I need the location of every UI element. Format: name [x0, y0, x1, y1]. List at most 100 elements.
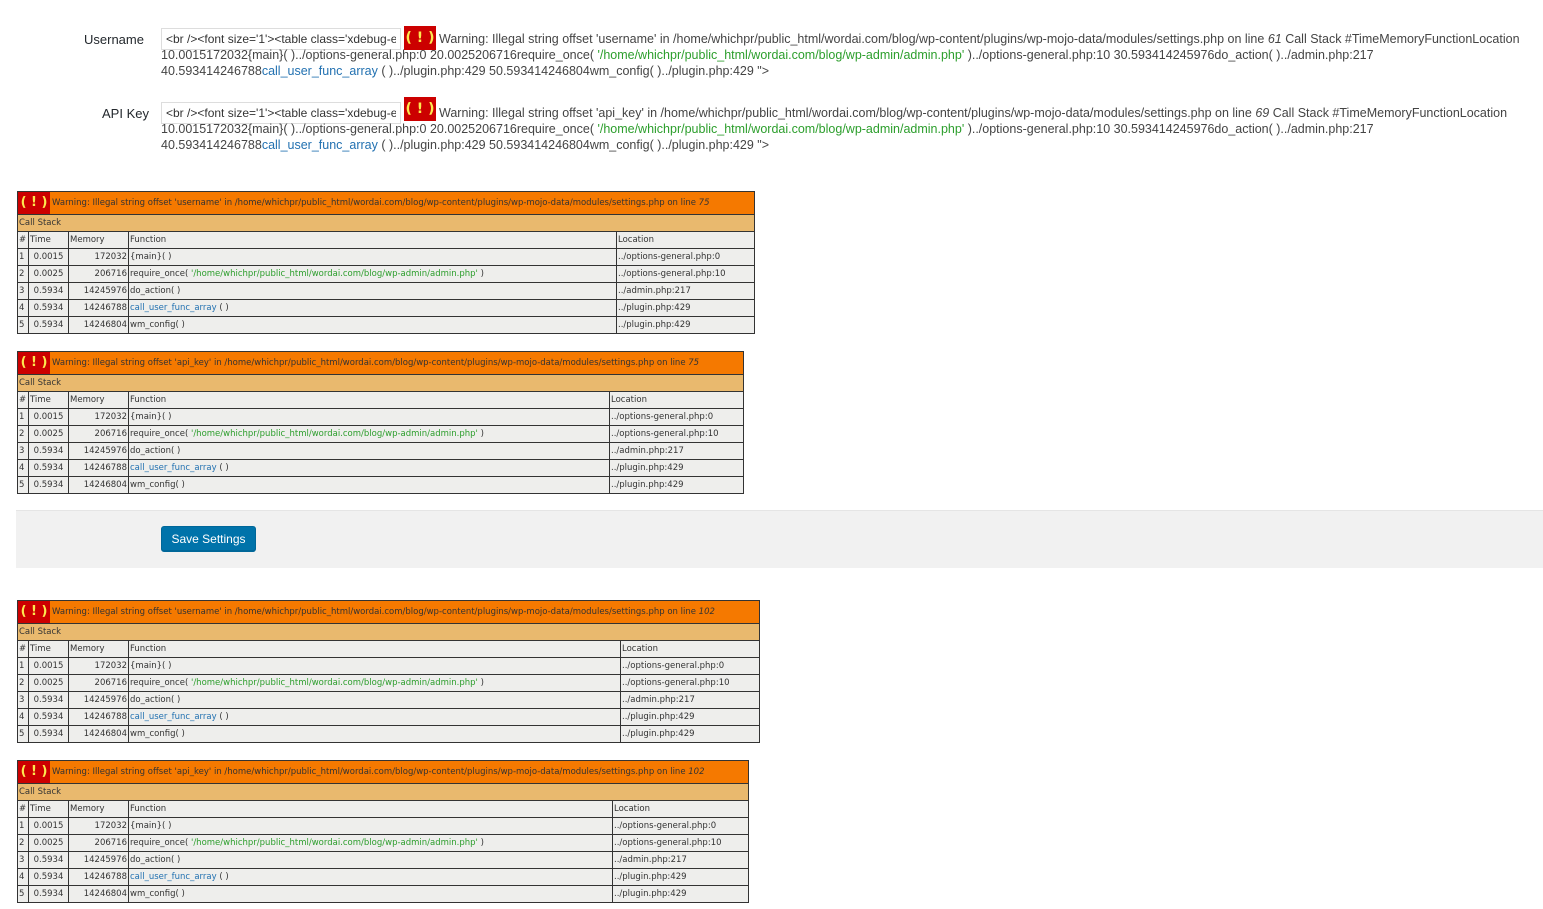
- frame-time: 0.5934: [28, 282, 69, 300]
- frame-number: 4: [17, 868, 29, 886]
- frame-location: ../admin.php:217: [620, 691, 760, 709]
- frame-location: ../options-general.php:10: [609, 425, 744, 443]
- xdebug-warning-message: Warning: Illegal string offset 'api_key'…: [52, 767, 705, 777]
- api-key-label: API Key: [102, 106, 149, 121]
- frame-number: 1: [17, 248, 29, 266]
- frame-memory: 14246804: [68, 885, 129, 903]
- frame-memory: 14246804: [68, 316, 129, 334]
- save-settings-button[interactable]: Save Settings: [161, 526, 256, 551]
- frame-memory: 14246788: [68, 868, 129, 886]
- table-row: 5 0.5934 14246804 wm_config( ) ../plugin.php…: [17, 885, 749, 903]
- xdebug-warning-message: Warning: Illegal string offset 'username…: [52, 198, 710, 208]
- column-header: Function: [128, 231, 617, 249]
- frame-number: 1: [17, 408, 29, 426]
- frame-time: 0.0015: [28, 817, 69, 835]
- frame-location: ../plugin.php:429: [612, 885, 749, 903]
- frame-function: {main}( ): [128, 408, 610, 426]
- frame-function: {main}( ): [128, 248, 617, 266]
- column-header: Time: [28, 800, 69, 818]
- warning-icon: ( ! ): [18, 761, 50, 783]
- column-header: Location: [609, 391, 744, 409]
- call-user-func-array-link[interactable]: call_user_func_array: [130, 303, 217, 313]
- table-row: 1 0.0015 172032 {main}( ) ../options-general…: [17, 408, 744, 426]
- column-header: Location: [616, 231, 755, 249]
- table-row: 3 0.5934 14245976 do_action( ) ../admin.php:…: [17, 282, 755, 300]
- username-label: Username: [84, 32, 144, 47]
- call-stack-label: Call Stack: [17, 374, 744, 392]
- table-row: 5 0.5934 14246804 wm_config( ) ../plugin.php…: [17, 725, 760, 743]
- frame-number: 5: [17, 725, 29, 743]
- frame-function: call_user_func_array ( ): [128, 868, 613, 886]
- table-row: 3 0.5934 14245976 do_action( ) ../admin.php:…: [17, 851, 749, 869]
- frame-function: require_once( '/home/whichpr/public_html…: [128, 265, 617, 283]
- warning-icon: ( ! ): [18, 192, 50, 214]
- column-header: Time: [28, 640, 69, 658]
- frame-memory: 14246788: [68, 299, 129, 317]
- frame-function: wm_config( ): [128, 725, 621, 743]
- warning-icon: ( ! ): [18, 352, 50, 374]
- table-row: 2 0.0025 206716 require_once( '/home/whichp…: [17, 834, 749, 852]
- frame-number: 4: [17, 459, 29, 477]
- frame-memory: 206716: [68, 425, 129, 443]
- frame-location: ../plugin.php:429: [612, 868, 749, 886]
- call-stack-label: Call Stack: [17, 783, 749, 801]
- frame-location: ../admin.php:217: [616, 282, 755, 300]
- frame-number: 5: [17, 885, 29, 903]
- frame-memory: 172032: [68, 248, 129, 266]
- frame-function: wm_config( ): [128, 476, 610, 494]
- frame-location: ../options-general.php:10: [612, 834, 749, 852]
- frame-time: 0.5934: [28, 316, 69, 334]
- frame-time: 0.5934: [28, 299, 69, 317]
- table-row: 5 0.5934 14246804 wm_config( ) ../plugin.php…: [17, 316, 755, 334]
- xdebug-warning-table: ( ! ) Warning: Illegal string offset 'use…: [17, 600, 760, 743]
- frame-memory: 14246788: [68, 459, 129, 477]
- frame-location: ../admin.php:217: [609, 442, 744, 460]
- frame-number: 2: [17, 834, 29, 852]
- frame-time: 0.0025: [28, 425, 69, 443]
- frame-memory: 14246804: [68, 476, 129, 494]
- warning-icon: ( ! ): [18, 601, 50, 623]
- call-user-func-array-link[interactable]: call_user_func_array: [130, 463, 217, 473]
- frame-function: call_user_func_array ( ): [128, 299, 617, 317]
- frame-time: 0.0025: [28, 674, 69, 692]
- frame-location: ../options-general.php:10: [616, 265, 755, 283]
- call-stack-label: Call Stack: [17, 623, 760, 641]
- table-row: 2 0.0025 206716 require_once( '/home/whichp…: [17, 425, 744, 443]
- table-row: 3 0.5934 14245976 do_action( ) ../admin.php:…: [17, 691, 760, 709]
- frame-time: 0.5934: [28, 708, 69, 726]
- table-row: 4 0.5934 14246788 call_user_func_array ( ).…: [17, 459, 744, 477]
- column-header: #: [17, 231, 29, 249]
- call-user-func-array-link[interactable]: call_user_func_array: [130, 712, 217, 722]
- frame-memory: 14245976: [68, 691, 129, 709]
- call-user-func-array-link[interactable]: call_user_func_array: [130, 872, 217, 882]
- table-row: 4 0.5934 14246788 call_user_func_array ( ).…: [17, 868, 749, 886]
- xdebug-warning-header: ( ! ) Warning: Illegal string offset 'api…: [17, 760, 749, 784]
- frame-function: do_action( ): [128, 282, 617, 300]
- column-header: Memory: [68, 640, 129, 658]
- table-row: 2 0.0025 206716 require_once( '/home/whichp…: [17, 674, 760, 692]
- frame-number: 5: [17, 316, 29, 334]
- frame-number: 3: [17, 442, 29, 460]
- xdebug-warning-header: ( ! ) Warning: Illegal string offset 'use…: [17, 600, 760, 624]
- frame-location: ../plugin.php:429: [609, 476, 744, 494]
- username-warning-text: Warning: Illegal string offset 'username…: [161, 32, 1520, 78]
- xdebug-warning-table: ( ! ) Warning: Illegal string offset 'api…: [17, 760, 749, 903]
- frame-function: call_user_func_array ( ): [128, 459, 610, 477]
- frame-memory: 206716: [68, 265, 129, 283]
- call-user-func-array-link[interactable]: call_user_func_array: [262, 64, 378, 78]
- frame-time: 0.5934: [28, 885, 69, 903]
- frame-function: do_action( ): [128, 691, 621, 709]
- frame-location: ../options-general.php:0: [620, 657, 760, 675]
- frame-time: 0.5934: [28, 851, 69, 869]
- frame-number: 2: [17, 674, 29, 692]
- frame-memory: 172032: [68, 817, 129, 835]
- frame-memory: 14245976: [68, 282, 129, 300]
- frame-time: 0.0025: [28, 834, 69, 852]
- frame-location: ../options-general.php:0: [609, 408, 744, 426]
- frame-time: 0.5934: [28, 691, 69, 709]
- column-header: Function: [128, 640, 621, 658]
- frame-function: {main}( ): [128, 817, 613, 835]
- call-user-func-array-link[interactable]: call_user_func_array: [262, 138, 378, 152]
- frame-number: 3: [17, 691, 29, 709]
- frame-memory: 14245976: [68, 442, 129, 460]
